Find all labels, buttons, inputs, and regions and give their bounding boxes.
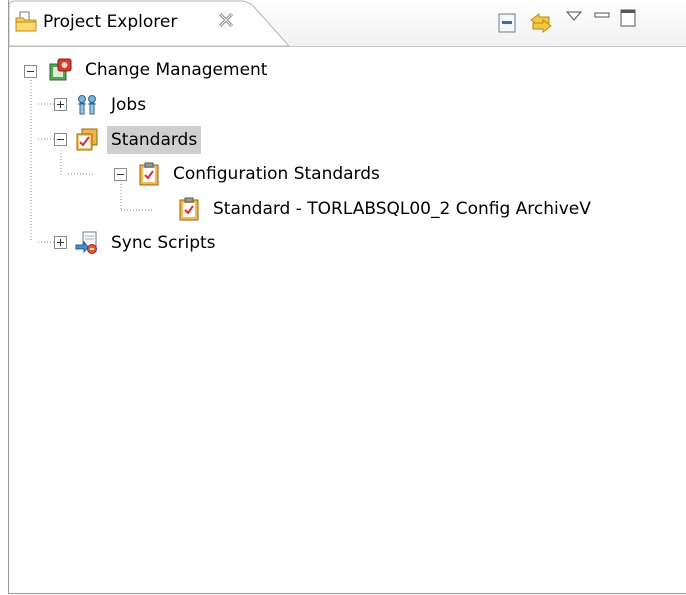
- minimize-icon[interactable]: [593, 8, 615, 30]
- tree-node-configuration-standards[interactable]: Configuration Standards: [137, 159, 384, 189]
- tree-node-standard-item[interactable]: Standard - TORLABSQL00_2 Config ArchiveV: [177, 194, 595, 224]
- collapse-all-icon[interactable]: [497, 12, 519, 34]
- expand-sync-scripts-icon[interactable]: [54, 235, 68, 249]
- view-tab-bar: Project Explorer: [9, 0, 686, 47]
- tree-label: Change Management: [85, 60, 268, 80]
- sync-scripts-icon: [75, 231, 99, 255]
- tree-label: Sync Scripts: [111, 233, 216, 253]
- folder-icon: [15, 11, 37, 33]
- tree-label: Configuration Standards: [173, 164, 380, 184]
- view-menu-icon[interactable]: [565, 8, 587, 30]
- tree-label: Standards: [107, 126, 202, 154]
- tree-label: Jobs: [111, 95, 147, 115]
- link-with-editor-icon[interactable]: [529, 12, 552, 34]
- collapse-root-icon[interactable]: [24, 64, 38, 78]
- project-tree: Change Management Jobs Standards Configu…: [9, 52, 686, 593]
- change-management-icon: [49, 58, 73, 82]
- tab-project-explorer[interactable]: Project Explorer: [9, 0, 291, 47]
- tree-node-jobs[interactable]: Jobs: [75, 90, 150, 120]
- close-icon[interactable]: [217, 11, 235, 29]
- tree-node-change-management[interactable]: Change Management: [49, 55, 271, 85]
- tab-title: Project Explorer: [43, 12, 178, 32]
- maximize-icon[interactable]: [619, 8, 641, 30]
- clipboard-check-icon: [177, 197, 201, 221]
- expand-jobs-icon[interactable]: [54, 97, 68, 111]
- jobs-icon: [75, 93, 99, 117]
- clipboard-check-icon: [137, 162, 161, 186]
- collapse-standards-icon[interactable]: [54, 132, 68, 146]
- tree-node-sync-scripts[interactable]: Sync Scripts: [75, 228, 220, 258]
- collapse-config-standards-icon[interactable]: [114, 167, 128, 181]
- project-explorer-panel: Project Explorer Change Management Jobs …: [8, 0, 686, 594]
- tree-node-standards[interactable]: Standards: [75, 125, 202, 155]
- standards-icon: [75, 128, 99, 152]
- tree-label: Standard - TORLABSQL00_2 Config ArchiveV: [213, 199, 591, 219]
